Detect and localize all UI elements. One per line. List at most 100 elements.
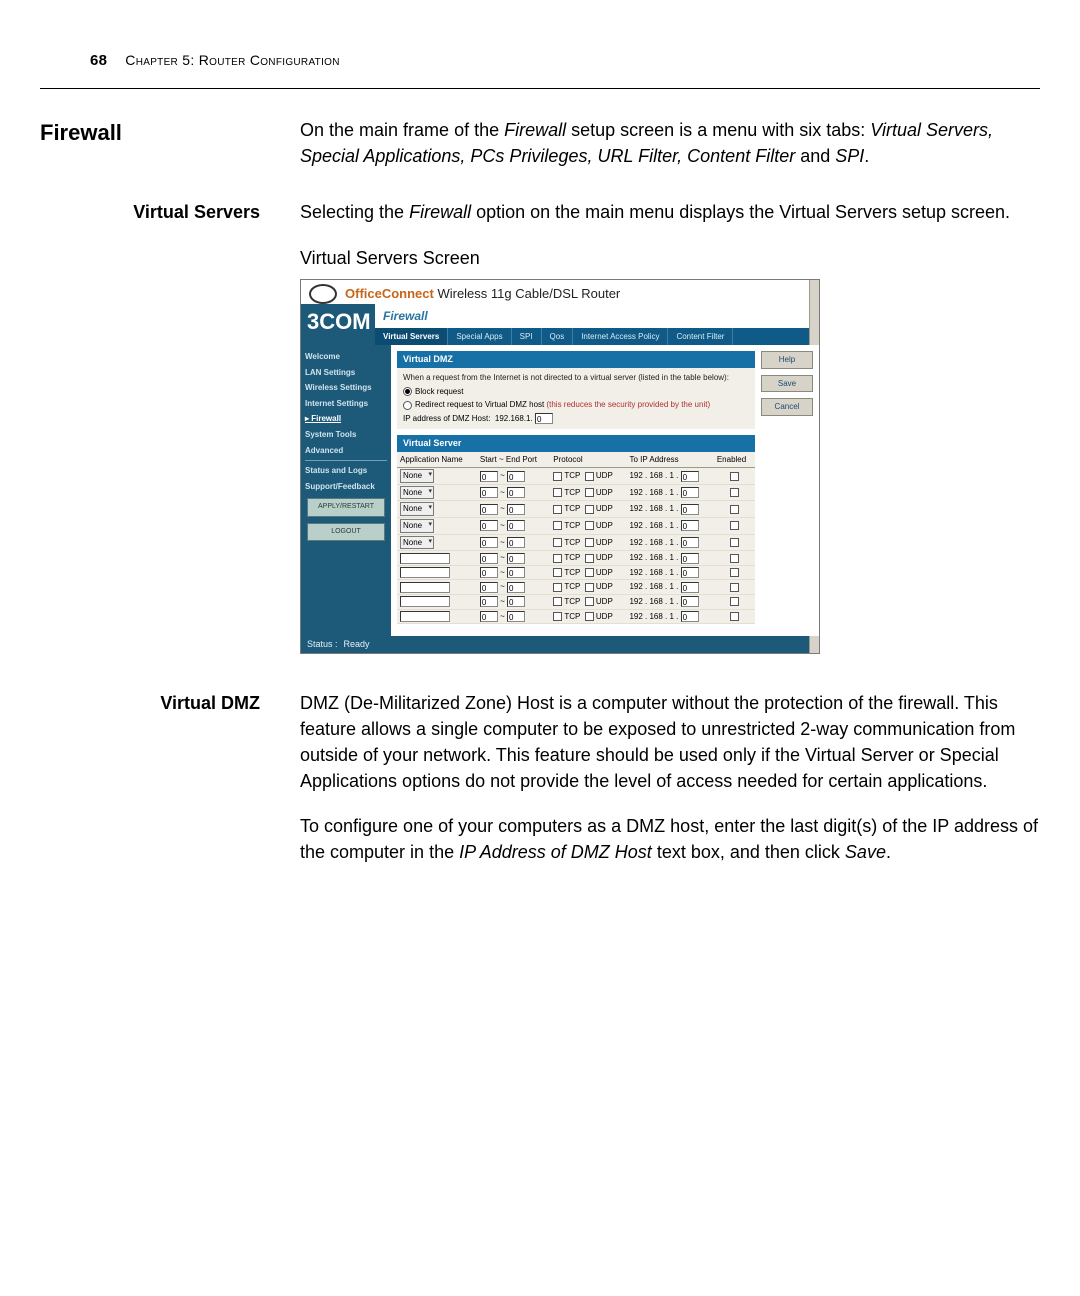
tcp-checkbox[interactable] [553, 568, 562, 577]
dmz-paragraph-1: DMZ (De-Militarized Zone) Host is a comp… [300, 690, 1040, 794]
to-ip-input[interactable]: 0 [681, 537, 699, 548]
end-port-input[interactable]: 0 [507, 567, 525, 578]
to-ip-input[interactable]: 0 [681, 596, 699, 607]
tcp-checkbox[interactable] [553, 488, 562, 497]
to-ip-input[interactable]: 0 [681, 471, 699, 482]
udp-checkbox[interactable] [585, 583, 594, 592]
brand-model: Wireless 11g Cable/DSL Router [434, 286, 620, 301]
start-port-input[interactable]: 0 [480, 537, 498, 548]
app-name-select[interactable]: None [400, 469, 434, 483]
start-port-input[interactable]: 0 [480, 553, 498, 564]
end-port-input[interactable]: 0 [507, 553, 525, 564]
to-ip-input[interactable]: 0 [681, 611, 699, 622]
end-port-input[interactable]: 0 [507, 487, 525, 498]
end-port-input[interactable]: 0 [507, 471, 525, 482]
tab-spi[interactable]: SPI [512, 328, 542, 346]
tab-content-filter[interactable]: Content Filter [668, 328, 733, 346]
logout-button[interactable]: LOGOUT [307, 523, 385, 541]
apply-restart-button[interactable]: APPLY/RESTART [307, 498, 385, 516]
end-port-input[interactable]: 0 [507, 520, 525, 531]
to-ip-input[interactable]: 0 [681, 553, 699, 564]
udp-checkbox[interactable] [585, 597, 594, 606]
end-port-input[interactable]: 0 [507, 537, 525, 548]
tcp-checkbox[interactable] [553, 472, 562, 481]
tab-special-apps[interactable]: Special Apps [448, 328, 511, 346]
udp-checkbox[interactable] [585, 612, 594, 621]
tcp-checkbox[interactable] [553, 612, 562, 621]
enabled-checkbox[interactable] [730, 583, 739, 592]
udp-checkbox[interactable] [585, 521, 594, 530]
start-port-input[interactable]: 0 [480, 504, 498, 515]
app-name-select[interactable]: None [400, 486, 434, 500]
enabled-checkbox[interactable] [730, 597, 739, 606]
tab-qos[interactable]: Qos [542, 328, 574, 346]
end-port-input[interactable]: 0 [507, 504, 525, 515]
app-name-input[interactable] [400, 553, 450, 564]
sidebar-item-firewall[interactable]: ▸ Firewall [305, 413, 387, 425]
col-protocol: Protocol [550, 452, 626, 468]
enabled-checkbox[interactable] [730, 521, 739, 530]
help-button[interactable]: Help [761, 351, 813, 369]
start-port-input[interactable]: 0 [480, 487, 498, 498]
app-name-input[interactable] [400, 582, 450, 593]
tcp-checkbox[interactable] [553, 505, 562, 514]
enabled-checkbox[interactable] [730, 538, 739, 547]
start-port-input[interactable]: 0 [480, 471, 498, 482]
enabled-checkbox[interactable] [730, 554, 739, 563]
sidebar-item-support[interactable]: Support/Feedback [305, 481, 387, 493]
udp-checkbox[interactable] [585, 472, 594, 481]
udp-checkbox[interactable] [585, 554, 594, 563]
start-port-input[interactable]: 0 [480, 567, 498, 578]
end-port-input[interactable]: 0 [507, 596, 525, 607]
udp-checkbox[interactable] [585, 488, 594, 497]
tcp-checkbox[interactable] [553, 554, 562, 563]
udp-checkbox[interactable] [585, 538, 594, 547]
udp-checkbox[interactable] [585, 505, 594, 514]
to-ip-input[interactable]: 0 [681, 567, 699, 578]
app-name-select[interactable]: None [400, 536, 434, 550]
save-button[interactable]: Save [761, 375, 813, 393]
app-name-select[interactable]: None [400, 519, 434, 533]
tab-internet-access-policy[interactable]: Internet Access Policy [573, 328, 668, 346]
table-row: 0 ~ 0 TCP UDP192 . 168 . 1 . 0 [397, 609, 755, 624]
radio-icon[interactable] [403, 401, 412, 410]
enabled-checkbox[interactable] [730, 505, 739, 514]
to-ip-input[interactable]: 0 [681, 520, 699, 531]
end-port-input[interactable]: 0 [507, 582, 525, 593]
to-ip-input[interactable]: 0 [681, 582, 699, 593]
start-port-input[interactable]: 0 [480, 611, 498, 622]
app-name-select[interactable]: None [400, 502, 434, 516]
tcp-checkbox[interactable] [553, 583, 562, 592]
start-port-input[interactable]: 0 [480, 582, 498, 593]
cancel-button[interactable]: Cancel [761, 398, 813, 416]
sidebar-item-wireless[interactable]: Wireless Settings [305, 382, 387, 394]
sidebar-item-advanced[interactable]: Advanced [305, 445, 387, 457]
to-ip-input[interactable]: 0 [681, 504, 699, 515]
dmz-ip-input[interactable]: 0 [535, 413, 553, 424]
tab-virtual-servers[interactable]: Virtual Servers [375, 328, 448, 346]
start-port-input[interactable]: 0 [480, 520, 498, 531]
tcp-checkbox[interactable] [553, 521, 562, 530]
app-name-input[interactable] [400, 567, 450, 578]
app-name-input[interactable] [400, 596, 450, 607]
enabled-checkbox[interactable] [730, 612, 739, 621]
radio-block-request[interactable]: Block request [403, 386, 749, 398]
enabled-checkbox[interactable] [730, 472, 739, 481]
radio-icon[interactable] [403, 387, 412, 396]
to-ip-input[interactable]: 0 [681, 487, 699, 498]
app-name-input[interactable] [400, 611, 450, 622]
end-port-input[interactable]: 0 [507, 611, 525, 622]
sidebar-item-welcome[interactable]: Welcome [305, 351, 387, 363]
enabled-checkbox[interactable] [730, 488, 739, 497]
sidebar-item-systemtools[interactable]: System Tools [305, 429, 387, 441]
sidebar-item-internet[interactable]: Internet Settings [305, 398, 387, 410]
tcp-checkbox[interactable] [553, 538, 562, 547]
ip-label: IP address of DMZ Host: [403, 414, 490, 423]
enabled-checkbox[interactable] [730, 568, 739, 577]
radio-redirect-dmz[interactable]: Redirect request to Virtual DMZ host (th… [403, 399, 749, 411]
udp-checkbox[interactable] [585, 568, 594, 577]
sidebar-item-lan[interactable]: LAN Settings [305, 367, 387, 379]
sidebar-item-status[interactable]: Status and Logs [305, 465, 387, 477]
start-port-input[interactable]: 0 [480, 596, 498, 607]
tcp-checkbox[interactable] [553, 597, 562, 606]
